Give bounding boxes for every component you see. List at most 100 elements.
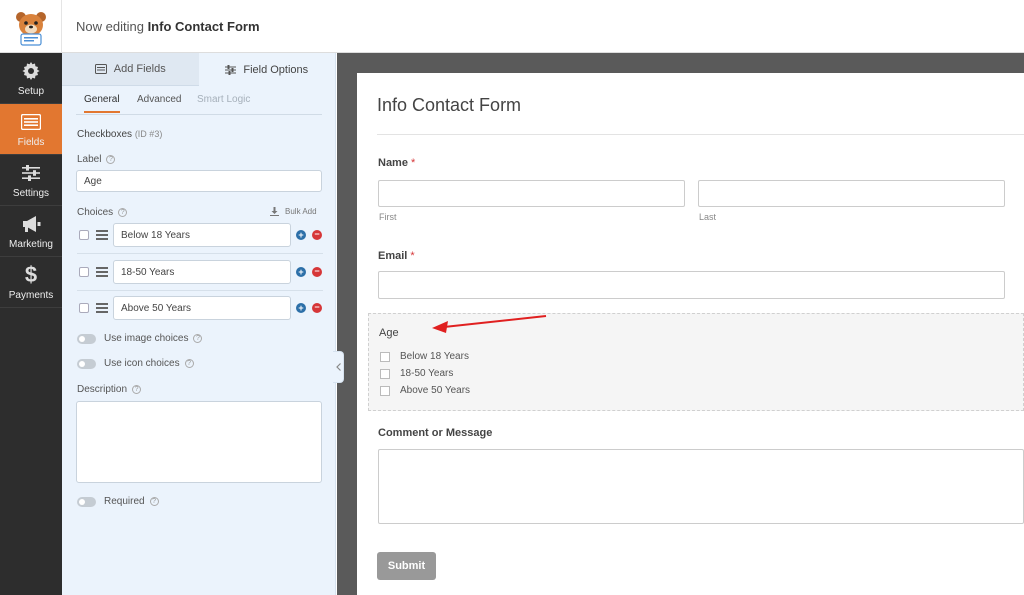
label-input[interactable]: Age [76,170,322,192]
nav-item-fields[interactable]: Fields [0,104,62,155]
age-option[interactable]: 18-50 Years [380,368,453,379]
chevron-left-icon [335,363,341,371]
description-title-text: Description [77,384,128,395]
nav-label: Setup [17,86,45,97]
use-image-choices-toggle[interactable]: Use image choices? [77,333,203,344]
age-option[interactable]: Above 50 Years [380,385,470,396]
annotation-arrow-icon [432,315,547,333]
subtab-general[interactable]: General [84,94,120,113]
nav-item-payments[interactable]: $ Payments [0,257,62,308]
logo[interactable] [0,0,62,53]
choice-row: Below 18 Years + − [77,223,323,247]
choices-title-text: Choices [77,207,114,218]
comment-textarea[interactable] [378,449,1024,524]
drag-handle-icon[interactable] [96,230,108,240]
help-icon[interactable]: ? [132,385,142,394]
editing-prefix: Now editing [76,19,144,34]
left-nav: Setup Fields Settings Marketing $ Paymen… [0,53,62,595]
fields-list-icon [21,114,41,130]
choice-row: 18-50 Years + − [77,260,323,284]
bulk-add-button[interactable]: Bulk Add [270,207,317,216]
subtab-advanced[interactable]: Advanced [137,94,181,105]
field-type-title: Checkboxes (ID #3) [77,129,162,140]
sliders-icon [22,165,40,181]
drag-handle-icon[interactable] [96,303,108,313]
add-choice-icon[interactable]: + [296,303,306,313]
nav-label: Marketing [9,239,53,250]
tab-label: Field Options [243,63,309,76]
description-title: Description? [77,384,142,395]
megaphone-icon [23,216,41,232]
name-label[interactable]: Name * [378,157,415,169]
use-icon-choices-toggle[interactable]: Use icon choices? [77,358,194,369]
add-choice-icon[interactable]: + [296,230,306,240]
checkbox[interactable] [380,368,390,379]
choice-input[interactable]: Above 50 Years [113,296,291,320]
checkbox[interactable] [380,351,390,362]
last-name-input[interactable] [698,180,1005,207]
bear-mascot-icon [15,11,46,46]
nav-item-setup[interactable]: Setup [0,53,62,104]
last-sublabel: Last [699,212,717,222]
checkbox[interactable] [380,385,390,396]
drag-handle-icon[interactable] [96,267,108,277]
help-icon[interactable]: ? [193,334,203,343]
label-title: Label? [77,154,116,165]
subtabs: General Advanced Smart Logic [76,93,322,115]
dollar-icon: $ [24,262,38,287]
remove-choice-icon[interactable]: − [312,230,322,240]
gear-icon [22,62,40,80]
nav-item-marketing[interactable]: Marketing [0,206,62,257]
subtab-smart-logic[interactable]: Smart Logic [197,94,250,105]
divider [77,253,323,254]
field-id: (ID #3) [134,129,163,139]
choices-title: Choices? [77,207,128,218]
required-mark: * [410,250,415,262]
email-input[interactable] [378,271,1005,299]
toggle-label: Use icon choices [104,358,180,369]
required-toggle[interactable]: Required? [77,496,159,507]
tab-add-fields[interactable]: Add Fields [62,53,199,86]
age-option-label: 18-50 Years [400,368,454,379]
remove-choice-icon[interactable]: − [312,303,322,313]
panel-collapse-handle[interactable] [333,351,344,383]
help-icon[interactable]: ? [106,155,116,164]
label-title-text: Label [77,154,102,165]
tab-label: Add Fields [113,63,166,75]
editing-title: Now editing Info Contact Form [76,19,260,34]
choice-row: Above 50 Years + − [77,296,323,320]
age-option[interactable]: Below 18 Years [380,351,469,362]
toggle-switch[interactable] [77,333,96,344]
choice-default-checkbox[interactable] [79,230,89,240]
choice-default-checkbox[interactable] [79,267,89,277]
nav-label: Settings [12,188,50,199]
add-choice-icon[interactable]: + [296,267,306,277]
email-label[interactable]: Email * [378,250,415,262]
editing-form-name: Info Contact Form [147,19,260,34]
divider [77,290,323,291]
top-bar: Now editing Info Contact Form [0,0,1024,53]
choice-input[interactable]: Below 18 Years [113,223,291,247]
comment-label[interactable]: Comment or Message [378,427,492,439]
toggle-switch[interactable] [77,358,96,369]
choice-default-checkbox[interactable] [79,303,89,313]
bulk-add-label: Bulk Add [285,207,317,216]
first-sublabel: First [379,212,397,222]
remove-choice-icon[interactable]: − [312,267,322,277]
name-label-text: Name [378,157,408,169]
form-title: Info Contact Form [377,95,522,115]
help-icon[interactable]: ? [118,208,128,217]
submit-button[interactable]: Submit [377,552,436,580]
help-icon[interactable]: ? [149,497,159,506]
toggle-switch[interactable] [77,496,96,507]
first-name-input[interactable] [378,180,685,207]
description-textarea[interactable] [76,401,322,483]
nav-item-settings[interactable]: Settings [0,155,62,206]
age-option-label: Below 18 Years [400,351,469,362]
field-type: Checkboxes [77,129,133,140]
divider [377,134,1024,135]
nav-label: Fields [17,137,45,148]
help-icon[interactable]: ? [184,359,194,368]
choice-input[interactable]: 18-50 Years [113,260,291,284]
tab-field-options[interactable]: Field Options [198,53,335,86]
